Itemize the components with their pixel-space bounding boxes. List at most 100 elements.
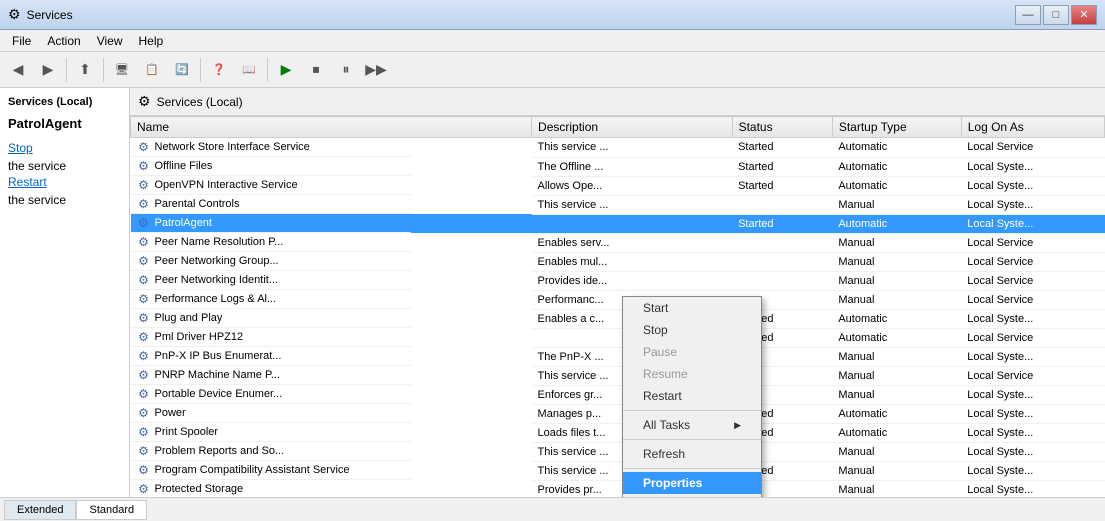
service-logon: Local Service [961,252,1104,271]
service-startup: Manual [832,480,961,497]
service-startup: Automatic [832,328,961,347]
col-name[interactable]: Name [131,117,532,138]
table-row[interactable]: ⚙Peer Networking Group...Enables mul...M… [131,252,1105,271]
service-name: Problem Reports and So... [155,445,285,457]
service-status: Started [732,214,832,233]
table-row[interactable]: ⚙Portable Device Enumer...Enforces gr...… [131,385,1105,404]
table-row[interactable]: ⚙Peer Name Resolution P...Enables serv..… [131,233,1105,252]
service-icon: ⚙ [137,273,151,287]
pause-service-button[interactable]: ⏸ [332,56,360,84]
table-row[interactable]: ⚙PnP-X IP Bus Enumerat...The PnP-X ...Ma… [131,347,1105,366]
ctx-item-resume: Resume [623,363,761,385]
ctx-item-refresh[interactable]: Refresh [623,443,761,465]
show-hide-button[interactable]: 🖥 [108,56,136,84]
up-button[interactable]: ⬆ [71,56,99,84]
service-desc: Allows Ope... [532,176,733,195]
service-name: Print Spooler [155,426,219,438]
forward-button[interactable]: ▶ [34,56,62,84]
table-row[interactable]: ⚙Plug and PlayEnables a c...StartedAutom… [131,309,1105,328]
table-row[interactable]: ⚙Offline FilesThe Offline ...StartedAuto… [131,157,1105,176]
service-startup: Manual [832,461,961,480]
tab-extended[interactable]: Extended [4,500,76,520]
table-row[interactable]: ⚙ Program Compatibility Assistant Service… [131,461,1105,480]
table-row[interactable]: ⚙PNRP Machine Name P...This service ...M… [131,366,1105,385]
service-desc: Provides ide... [532,271,733,290]
maximize-button[interactable]: □ [1043,5,1069,25]
service-logon: Local Syste... [961,157,1104,176]
table-row[interactable]: ⚙Pml Driver HPZ12StartedAutomaticLocal S… [131,328,1105,347]
restart-suffix: the service [8,193,66,207]
service-name: PNRP Machine Name P... [155,369,281,381]
refresh-button[interactable]: 🔄 [168,56,196,84]
col-desc[interactable]: Description [532,117,733,138]
col-startup[interactable]: Startup Type [832,117,961,138]
service-startup: Manual [832,347,961,366]
stop-service-button[interactable]: ⏹ [302,56,330,84]
table-row[interactable]: ⚙Protected StorageProvides pr...ManualLo… [131,480,1105,497]
service-icon: ⚙ [137,311,151,325]
col-status[interactable]: Status [732,117,832,138]
export-button[interactable]: 📋 [138,56,166,84]
menu-action[interactable]: Action [39,32,88,50]
service-desc: The Offline ... [532,157,733,176]
title-bar-left: ⚙ Services [8,6,73,23]
service-startup: Manual [832,290,961,309]
right-panel: ⚙ Services (Local) Name Description Stat… [130,88,1105,497]
service-startup: Manual [832,271,961,290]
menu-help[interactable]: Help [131,32,172,50]
table-row[interactable]: ⚙PowerManages p...StartedAutomaticLocal … [131,404,1105,423]
ctx-item-properties[interactable]: Properties [623,472,761,494]
restart-service-link[interactable]: Restart [8,175,121,189]
service-status [732,271,832,290]
help-button[interactable]: ❓ [205,56,233,84]
table-row[interactable]: ⚙Problem Reports and So...This service .… [131,442,1105,461]
table-row[interactable]: ⚙Print SpoolerLoads files t...StartedAut… [131,423,1105,442]
service-icon: ⚙ [137,216,151,230]
service-icon: ⚙ [137,444,151,458]
menu-file[interactable]: File [4,32,39,50]
ctx-item-start[interactable]: Start [623,297,761,319]
service-icon: ⚙ [137,178,151,192]
stop-service-link[interactable]: Stop [8,141,121,155]
tab-standard[interactable]: Standard [76,500,147,520]
back-button[interactable]: ◀ [4,56,32,84]
col-logon[interactable]: Log On As [961,117,1104,138]
service-logon: Local Syste... [961,176,1104,195]
minimize-button[interactable]: — [1015,5,1041,25]
table-row[interactable]: ⚙Parental ControlsThis service ...Manual… [131,195,1105,214]
services-table[interactable]: Name Description Status Startup Type Log… [130,116,1105,497]
service-status [732,195,832,214]
service-logon: Local Syste... [961,309,1104,328]
service-logon: Local Service [961,366,1104,385]
close-button[interactable]: ✕ [1071,5,1097,25]
table-row[interactable]: ⚙ OpenVPN Interactive Service Allows Ope..… [131,176,1105,195]
menu-view[interactable]: View [89,32,131,50]
ctx-item-all-tasks[interactable]: All Tasks▶ [623,414,761,436]
toolbar-sep-2 [103,58,104,82]
service-icon: ⚙ [137,140,151,154]
table-row[interactable]: ⚙Network Store Interface ServiceThis ser… [131,138,1105,158]
info-button[interactable]: 📖 [235,56,263,84]
service-name: Program Compatibility Assistant Service [155,464,350,476]
service-name: OpenVPN Interactive Service [155,179,298,191]
service-name: Network Store Interface Service [155,141,310,153]
service-icon: ⚙ [137,235,151,249]
service-name: Pml Driver HPZ12 [155,331,244,343]
table-row[interactable]: ⚙Performance Logs & Al...Performanc...Ma… [131,290,1105,309]
service-startup: Automatic [832,214,961,233]
service-icon: ⚙ [137,463,151,477]
service-name: Peer Networking Group... [155,255,279,267]
restart-service-button[interactable]: ▶▶ [362,56,390,84]
service-status: Started [732,157,832,176]
ctx-separator [623,439,761,440]
table-row[interactable]: ⚙Peer Networking Identit...Provides ide.… [131,271,1105,290]
table-row[interactable]: ⚙PatrolAgentStartedAutomaticLocal Syste.… [131,214,1105,233]
service-status: Started [732,138,832,158]
service-logon: Local Syste... [961,214,1104,233]
ctx-item-restart[interactable]: Restart [623,385,761,407]
restart-link-container: Restart the service [8,175,121,207]
title-bar-buttons: — □ ✕ [1015,5,1097,25]
start-service-button[interactable]: ▶ [272,56,300,84]
ctx-item-stop[interactable]: Stop [623,319,761,341]
service-logon: Local Service [961,233,1104,252]
